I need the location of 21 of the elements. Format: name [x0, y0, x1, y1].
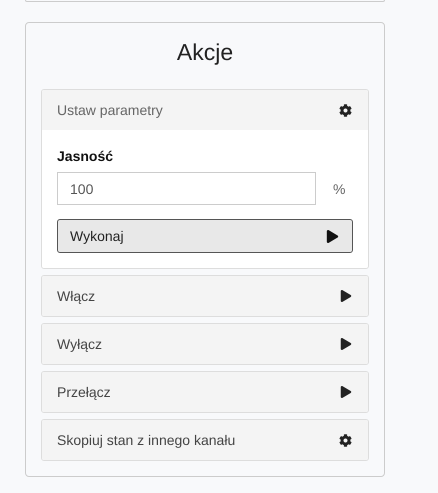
run-button[interactable]: Wykonaj [57, 219, 353, 253]
action-label: Włącz [57, 288, 96, 304]
action-label: Wyłącz [57, 336, 102, 352]
field-label: Jasność [57, 148, 114, 164]
action-header[interactable]: Skopiuj stan z innego kanału [42, 420, 368, 460]
action-header[interactable]: Ustaw parametry [42, 90, 368, 130]
play-icon [340, 290, 352, 302]
settings-icon [339, 104, 352, 116]
settings-icon [339, 434, 352, 446]
play-icon [326, 230, 339, 242]
play-icon [340, 386, 352, 398]
action-label: Skopiuj stan z innego kanału [57, 432, 236, 448]
unit-label: % [333, 180, 346, 196]
action-label: Przełącz [57, 384, 111, 400]
action-label: Ustaw parametry [57, 102, 163, 118]
input-field[interactable]: 100 [57, 172, 316, 205]
card-title: Akcje [176, 38, 234, 67]
play-icon [340, 338, 352, 350]
action-header[interactable]: Wyłącz [42, 324, 368, 364]
action-header[interactable]: Przełącz [42, 372, 368, 412]
action-header[interactable]: Włącz [42, 276, 368, 316]
